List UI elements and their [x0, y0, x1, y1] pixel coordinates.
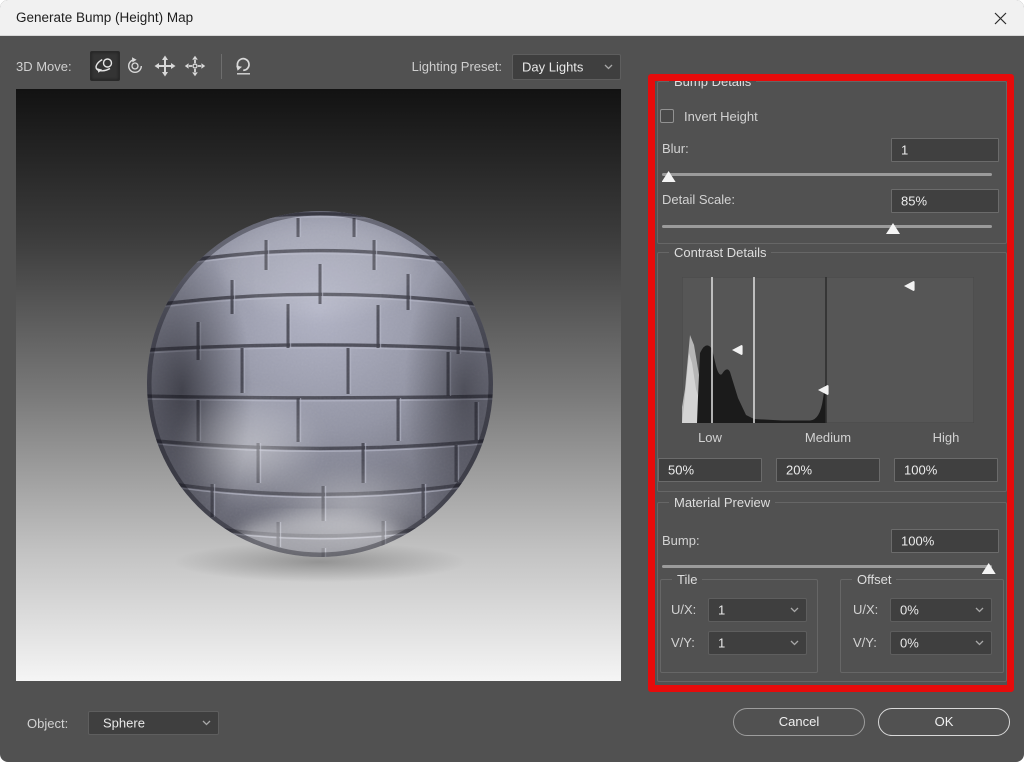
slide-3d-tool-button[interactable]: [180, 51, 210, 81]
bump-slider-track[interactable]: [662, 565, 992, 568]
tile-legend: Tile: [672, 572, 702, 587]
medium-input[interactable]: 20%: [776, 458, 880, 482]
material-preview-legend: Material Preview: [669, 495, 775, 510]
lighting-preset-dropdown[interactable]: Day Lights: [512, 54, 621, 80]
roll-3d-icon: [124, 55, 146, 77]
bump-input[interactable]: 100%: [891, 529, 999, 553]
blur-input[interactable]: 1: [891, 138, 999, 162]
offset-ux-combo[interactable]: 0%: [890, 598, 992, 622]
bump-details-legend: Bump Details: [669, 74, 756, 89]
blur-value: 1: [901, 143, 908, 158]
chevron-down-icon: [790, 607, 799, 613]
low-input[interactable]: 50%: [658, 458, 762, 482]
high-label: High: [894, 430, 998, 445]
offset-vy-value: 0%: [900, 636, 919, 651]
low-label: Low: [658, 430, 762, 445]
invert-height-label: Invert Height: [684, 109, 758, 124]
bump-label: Bump:: [662, 533, 700, 548]
tile-vy-combo[interactable]: 1: [708, 631, 807, 655]
chevron-down-icon: [975, 640, 984, 646]
cancel-button[interactable]: Cancel: [733, 708, 865, 736]
tile-vy-label: V/Y:: [671, 635, 695, 650]
blur-label: Blur:: [662, 141, 689, 156]
contrast-details-group: Contrast Details: [657, 252, 1007, 492]
bump-value: 100%: [901, 534, 934, 549]
pan-3d-icon: [154, 55, 176, 77]
object-label: Object:: [27, 716, 68, 731]
medium-value: 20%: [786, 463, 812, 478]
chevron-down-icon: [790, 640, 799, 646]
material-preview-group: Material Preview Bump: 100% Tile U/X: 1 …: [657, 502, 1007, 682]
offset-vy-combo[interactable]: 0%: [890, 631, 992, 655]
close-icon: [994, 12, 1007, 25]
high-value: 100%: [904, 463, 937, 478]
generate-bump-map-dialog: Generate Bump (Height) Map 3D Move:: [0, 0, 1024, 762]
detail-scale-slider[interactable]: [662, 220, 992, 234]
blur-slider[interactable]: [662, 168, 992, 182]
offset-ux-value: 0%: [900, 603, 919, 618]
object-dropdown[interactable]: Sphere: [88, 711, 219, 735]
bump-details-group: Bump Details Invert Height Blur: 1 Detai…: [657, 81, 1007, 244]
contrast-histogram[interactable]: [682, 277, 974, 423]
offset-ux-label: U/X:: [853, 602, 878, 617]
low-value: 50%: [668, 463, 694, 478]
tile-group: Tile U/X: 1 V/Y: 1: [660, 579, 818, 673]
object-value: Sphere: [103, 716, 145, 731]
tile-ux-value: 1: [718, 603, 725, 618]
contrast-details-legend: Contrast Details: [669, 245, 771, 260]
3d-preview-viewport[interactable]: [16, 89, 621, 681]
tile-ux-combo[interactable]: 1: [708, 598, 807, 622]
detail-scale-input[interactable]: 85%: [891, 189, 999, 213]
slide-3d-icon: [184, 55, 206, 77]
3d-move-label: 3D Move:: [16, 59, 72, 74]
orbit-3d-icon: [94, 55, 116, 77]
toolbar-divider: [221, 54, 222, 79]
lighting-preset-value: Day Lights: [522, 60, 583, 75]
offset-vy-label: V/Y:: [853, 635, 877, 650]
pan-3d-tool-button[interactable]: [150, 51, 180, 81]
tile-ux-label: U/X:: [671, 602, 696, 617]
high-input[interactable]: 100%: [894, 458, 998, 482]
detail-scale-label: Detail Scale:: [662, 192, 735, 207]
bump-slider[interactable]: [662, 560, 992, 574]
histogram-plot: [682, 277, 974, 423]
detail-scale-value: 85%: [901, 194, 927, 209]
lighting-preset-label: Lighting Preset:: [388, 59, 502, 74]
offset-legend: Offset: [852, 572, 896, 587]
orbit-3d-tool-button[interactable]: [90, 51, 120, 81]
roll-3d-tool-button[interactable]: [120, 51, 150, 81]
medium-label: Medium: [776, 430, 880, 445]
blur-slider-track[interactable]: [662, 173, 992, 176]
invert-height-checkbox[interactable]: [660, 109, 674, 123]
detail-scale-slider-track[interactable]: [662, 225, 992, 228]
titlebar: Generate Bump (Height) Map: [0, 0, 1024, 36]
tile-vy-value: 1: [718, 636, 725, 651]
preview-sphere: [146, 210, 494, 558]
offset-group: Offset U/X: 0% V/Y: 0%: [840, 579, 1004, 673]
reset-view-button[interactable]: [230, 52, 258, 80]
dialog-title: Generate Bump (Height) Map: [16, 0, 193, 36]
chevron-down-icon: [604, 64, 613, 70]
chevron-down-icon: [202, 720, 211, 726]
reset-view-icon: [233, 55, 255, 77]
chevron-down-icon: [975, 607, 984, 613]
ok-button[interactable]: OK: [878, 708, 1010, 736]
close-button[interactable]: [986, 5, 1014, 31]
